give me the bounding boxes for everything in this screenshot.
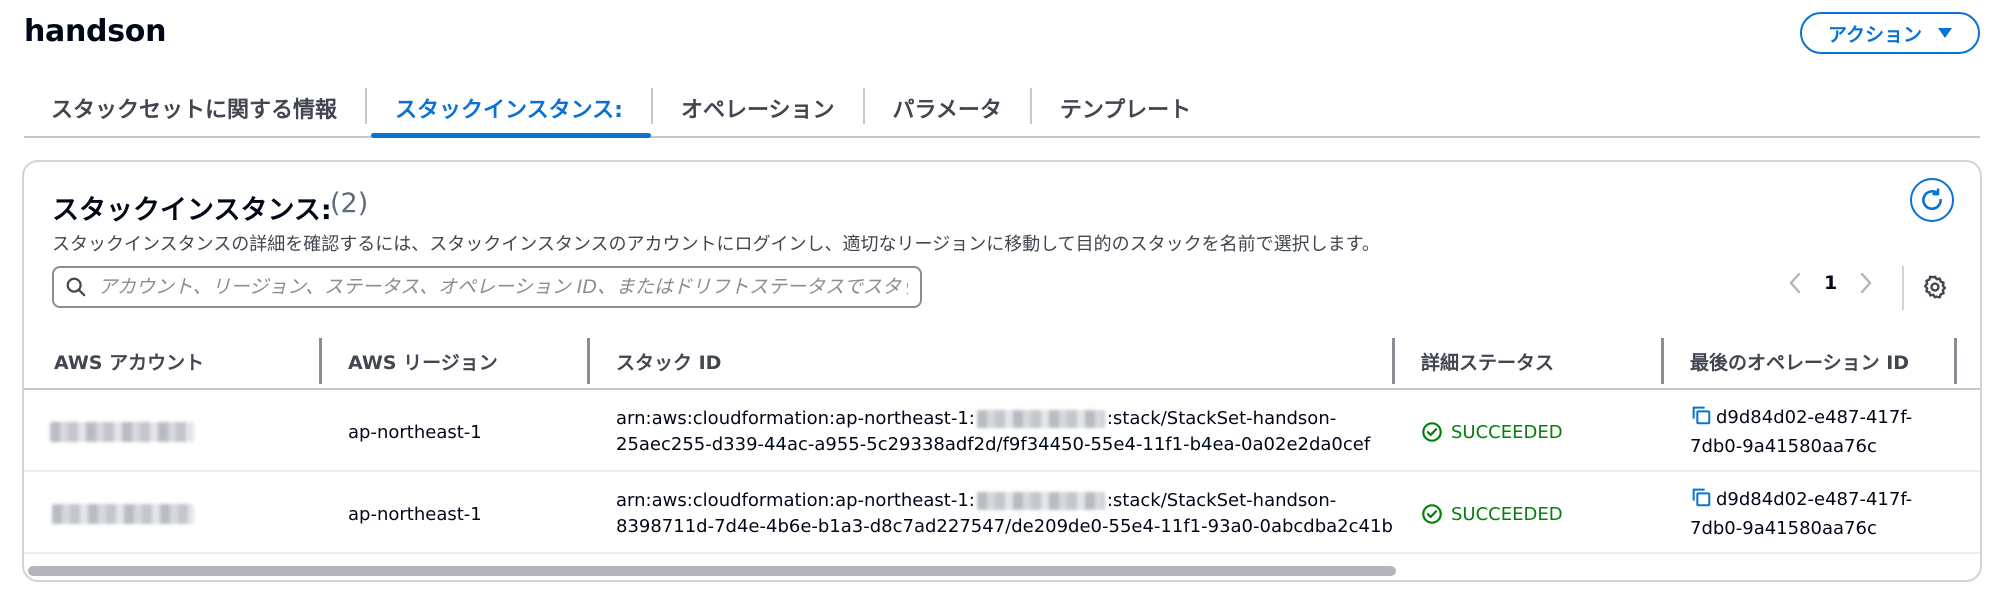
stack-id-prefix: arn:aws:cloudformation:ap-northeast-1: [616, 408, 975, 429]
actions-button-label: アクション [1827, 23, 1923, 46]
column-resizer[interactable] [587, 338, 590, 384]
scrollbar-thumb[interactable] [28, 566, 1396, 576]
redacted-account-id [52, 504, 194, 524]
column-header-detailed-status[interactable]: 詳細ステータス [1421, 332, 1554, 390]
column-header-stack-id[interactable]: スタック ID [616, 332, 721, 390]
stack-id-line2: 25aec255-d339-44ac-a955-5c29338adf2d/f9f… [616, 434, 1371, 455]
section-description: スタックインスタンスの詳細を確認するには、スタックインスタンスのアカウントにログ… [52, 234, 1380, 255]
search-icon [54, 276, 98, 298]
stack-id-cell: arn:aws:cloudformation:ap-northeast-1: :s… [616, 474, 1393, 554]
status-text: SUCCEEDED [1451, 421, 1563, 443]
search-field[interactable] [52, 266, 922, 308]
account-cell [52, 474, 194, 554]
gear-icon [1923, 275, 1947, 299]
tab-label: スタックセットに関する情報 [51, 98, 338, 123]
region-cell: ap-northeast-1 [348, 421, 482, 443]
copy-icon[interactable] [1690, 486, 1712, 516]
page-title: handson [24, 14, 167, 49]
redacted-account-id [50, 422, 194, 442]
tab-stack-instances[interactable]: スタックインスタンス: [367, 80, 651, 138]
stack-id-cell: arn:aws:cloudformation:ap-northeast-1: :s… [616, 392, 1370, 472]
tab-label: テンプレート [1059, 98, 1192, 123]
column-resizer[interactable] [1954, 338, 1957, 384]
refresh-button[interactable] [1910, 178, 1954, 222]
column-header-region[interactable]: AWS リージョン [348, 332, 498, 390]
tab-parameters[interactable]: パラメータ [865, 80, 1030, 136]
tab-label: スタックインスタンス: [395, 98, 623, 123]
table-header: AWS アカウント AWS リージョン スタック ID 詳細ステータス 最後のオ… [24, 332, 1980, 390]
preferences-button[interactable] [1920, 272, 1950, 302]
redacted-account-id [976, 410, 1105, 428]
tab-template[interactable]: テンプレート [1032, 80, 1219, 136]
current-page-number[interactable]: 1 [1824, 272, 1837, 294]
stack-id-prefix: arn:aws:cloudformation:ap-northeast-1: [616, 490, 975, 511]
actions-dropdown-button[interactable]: アクション [1800, 12, 1980, 54]
section-title: スタックインスタンス: [52, 195, 332, 226]
table-row: ap-northeast-1 arn:aws:cloudformation:ap… [24, 474, 1980, 554]
previous-page-button[interactable] [1784, 272, 1806, 294]
pagination-divider [1902, 266, 1904, 310]
table-row: ap-northeast-1 arn:aws:cloudformation:ap… [24, 392, 1980, 472]
stack-id-suffix: :stack/StackSet-handson- [1106, 490, 1337, 511]
tab-bar: スタックセットに関する情報 スタックインスタンス: オペレーション パラメータ … [24, 80, 1980, 138]
column-header-account[interactable]: AWS アカウント [54, 332, 204, 390]
tab-label: オペレーション [680, 98, 835, 123]
chevron-left-icon [1789, 272, 1801, 294]
tab-stackset-info[interactable]: スタックセットに関する情報 [24, 80, 365, 136]
region-cell: ap-northeast-1 [348, 503, 482, 525]
copy-icon[interactable] [1690, 404, 1712, 434]
operation-id-cell: d9d84d02-e487-417f- 7db0-9a41580aa76c [1690, 474, 1912, 554]
pagination: 1 [1784, 272, 1877, 294]
horizontal-scrollbar[interactable] [24, 558, 1980, 580]
stack-id-suffix: :stack/StackSet-handson- [1106, 408, 1337, 429]
operation-id-line1: d9d84d02-e487-417f- [1716, 407, 1913, 428]
stack-instances-panel: スタックインスタンス: (2) スタックインスタンスの詳細を確認するには、スタッ… [22, 160, 1982, 582]
stack-id-line2: 8398711d-7d4e-4b6e-b1a3-d8c7ad227547/de2… [616, 516, 1393, 537]
status-text: SUCCEEDED [1451, 503, 1563, 525]
column-resizer[interactable] [1661, 338, 1664, 384]
column-resizer[interactable] [319, 338, 322, 384]
operation-id-cell: d9d84d02-e487-417f- 7db0-9a41580aa76c [1690, 392, 1912, 472]
operation-id-line2: 7db0-9a41580aa76c [1690, 518, 1877, 539]
column-resizer[interactable] [1392, 338, 1395, 384]
status-indicator: SUCCEEDED [1421, 503, 1563, 525]
tab-label: パラメータ [892, 98, 1002, 123]
status-indicator: SUCCEEDED [1421, 421, 1563, 443]
next-page-button[interactable] [1855, 272, 1877, 294]
search-input[interactable] [98, 276, 908, 298]
account-cell [50, 392, 194, 472]
refresh-icon [1922, 188, 1942, 211]
operation-id-line2: 7db0-9a41580aa76c [1690, 436, 1877, 457]
check-circle-icon [1422, 504, 1442, 524]
column-header-last-operation-id[interactable]: 最後のオペレーション ID [1690, 332, 1909, 390]
redacted-account-id [976, 492, 1105, 510]
tab-operations[interactable]: オペレーション [653, 80, 863, 136]
status-cell: SUCCEEDED [1421, 392, 1563, 472]
caret-down-icon [1938, 28, 1953, 38]
operation-id-line1: d9d84d02-e487-417f- [1716, 489, 1913, 510]
instance-count: (2) [330, 188, 369, 219]
check-circle-icon [1422, 422, 1442, 442]
status-cell: SUCCEEDED [1421, 474, 1563, 554]
chevron-right-icon [1861, 272, 1872, 294]
